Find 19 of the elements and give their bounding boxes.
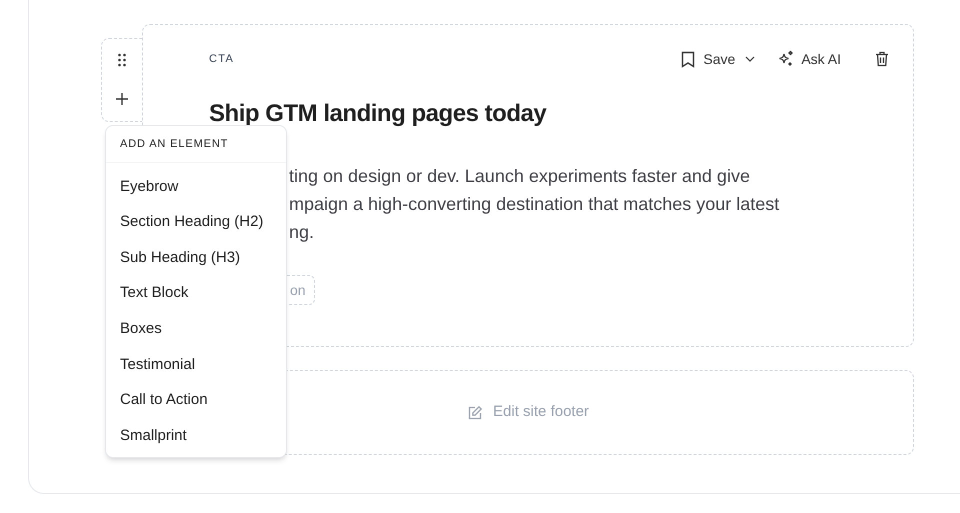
paragraph-line: mpaign a high-converting destination that matches your latest <box>289 193 780 216</box>
menu-item[interactable]: Sub Heading (H3) <box>106 240 286 276</box>
pencil-icon <box>467 404 484 420</box>
menu-item[interactable]: Boxes <box>106 311 286 347</box>
paragraph-line: ng. <box>289 221 314 244</box>
add-icon[interactable] <box>115 92 129 106</box>
save-button[interactable]: Save <box>681 48 756 70</box>
sparkle-icon <box>777 50 796 68</box>
section-label: CTA <box>209 52 234 67</box>
menu-item[interactable]: Eyebrow <box>106 169 286 205</box>
menu-item[interactable]: Section Heading (H2) <box>106 204 286 240</box>
paragraph-line: ting on design or dev. Launch experiments faster and give <box>289 165 750 188</box>
drag-handle-icon[interactable] <box>117 53 127 67</box>
chevron-down-icon <box>745 56 756 62</box>
ask-ai-button[interactable]: Ask AI <box>777 48 841 70</box>
menu-title: ADD AN ELEMENT <box>120 136 228 152</box>
trash-icon[interactable] <box>875 51 889 67</box>
bookmark-icon <box>681 50 696 68</box>
section-heading: Ship GTM landing pages today <box>209 100 546 128</box>
